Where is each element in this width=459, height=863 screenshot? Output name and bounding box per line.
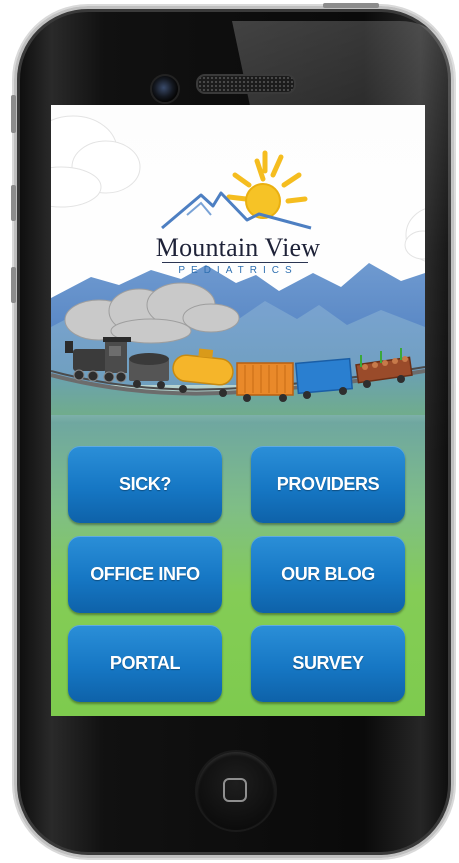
earpiece-speaker: [196, 74, 296, 94]
brand-divider: [162, 262, 308, 263]
home-button-icon: [223, 778, 247, 802]
portal-button-label: PORTAL: [109, 653, 181, 673]
power-button: [323, 3, 379, 8]
volume-down-button: [11, 267, 16, 303]
sick-button[interactable]: SICK?: [68, 446, 222, 523]
brand-title: Mountain View: [155, 233, 321, 262]
cloud-left: [51, 115, 141, 208]
app-screen: Mountain View PEDIATRICS SICK? PROVIDERS…: [51, 105, 425, 716]
providers-button-label: PROVIDERS: [276, 474, 380, 494]
sick-button-label: SICK?: [118, 474, 171, 494]
office-info-button-label: OFFICE INFO: [90, 564, 200, 584]
survey-button-label: SURVEY: [292, 653, 364, 673]
office-info-button[interactable]: OFFICE INFO: [68, 536, 222, 613]
our-blog-button[interactable]: OUR BLOG: [251, 536, 405, 613]
providers-button[interactable]: PROVIDERS: [251, 446, 405, 523]
our-blog-button-label: OUR BLOG: [281, 564, 375, 584]
portal-button[interactable]: PORTAL: [68, 625, 222, 702]
brand-subtitle: PEDIATRICS: [178, 265, 298, 276]
front-camera: [150, 74, 180, 104]
volume-up-button: [11, 185, 16, 221]
mountain-sun-logo: [161, 150, 312, 230]
home-button[interactable]: [197, 752, 275, 830]
survey-button[interactable]: SURVEY: [251, 625, 405, 702]
silent-switch: [11, 95, 16, 133]
